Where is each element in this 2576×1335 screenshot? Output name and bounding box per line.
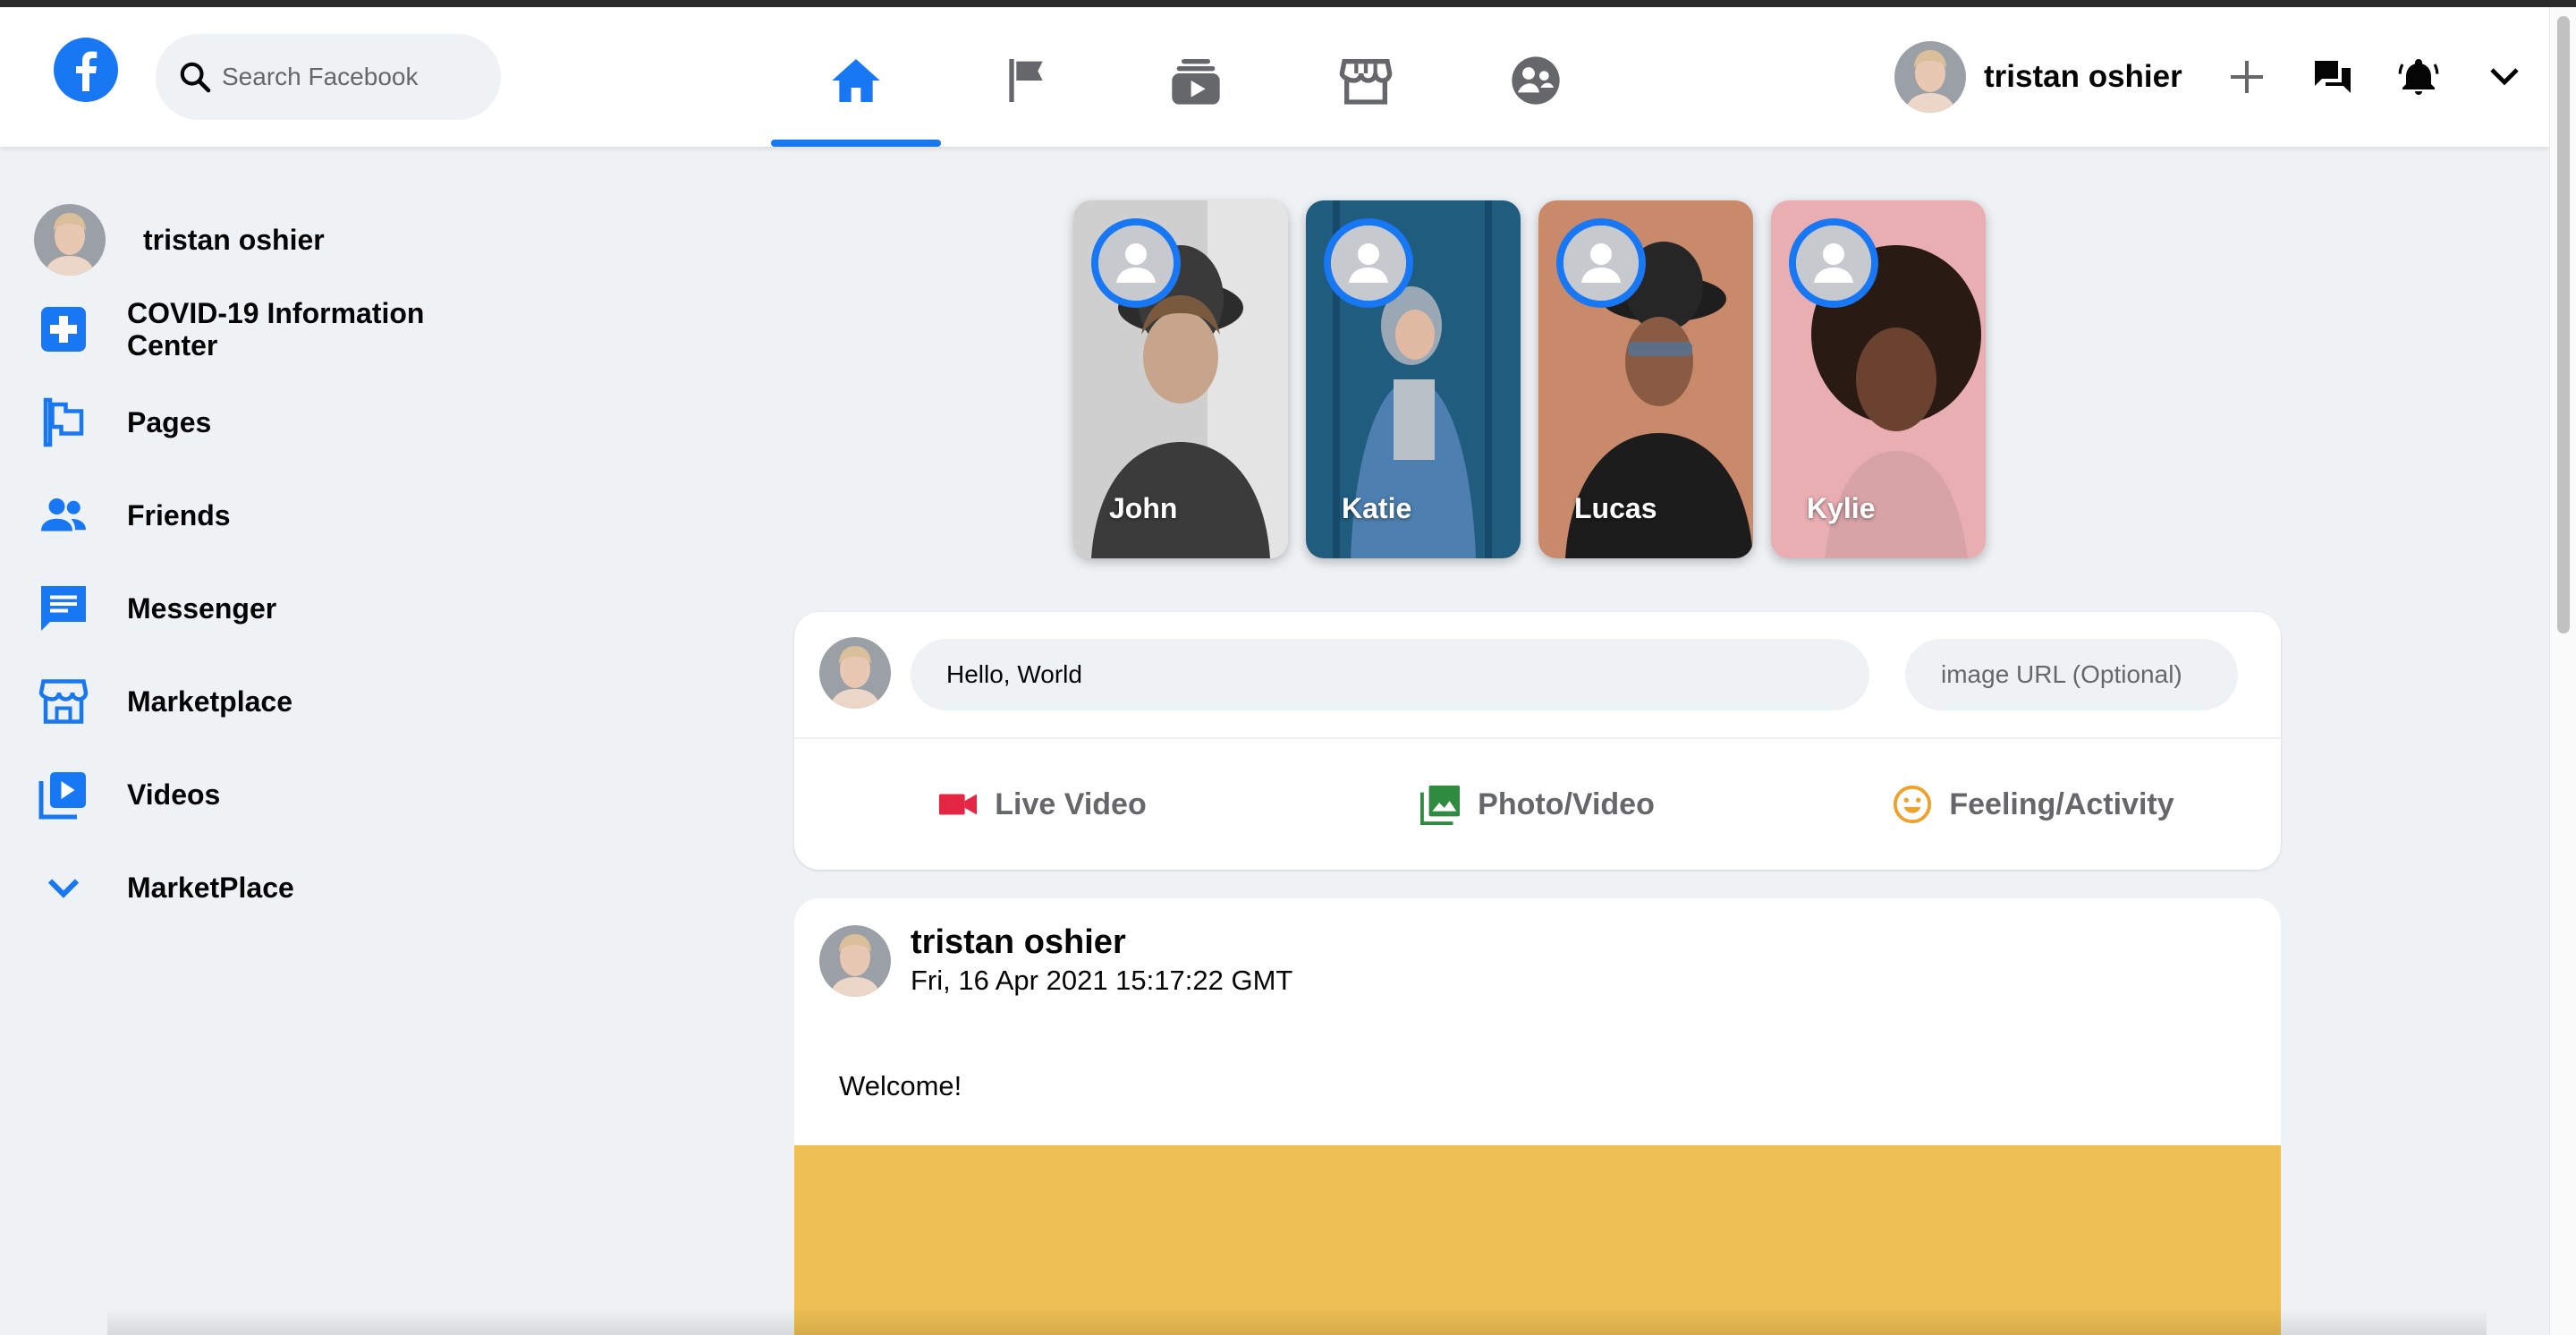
post-timestamp: Fri, 16 Apr 2021 15:17:22 GMT (911, 965, 1293, 996)
bottom-shadow (107, 1308, 2487, 1335)
sidebar-item-covid[interactable]: COVID-19 Information Center (34, 290, 535, 369)
medical-cross-icon (34, 300, 93, 359)
facebook-logo-icon[interactable] (54, 38, 118, 102)
feeling-activity-button[interactable]: Feeling/Activity (1785, 739, 2281, 870)
smiley-icon (1894, 785, 1932, 824)
story-name: Lucas (1574, 492, 1657, 524)
story-avatar-ring (1324, 218, 1413, 308)
nav-tab-watch[interactable] (1111, 14, 1281, 147)
image-url-input[interactable] (1905, 639, 2238, 710)
video-stack-icon (1172, 59, 1220, 105)
story-card[interactable]: Lucas (1538, 200, 1753, 558)
status-input[interactable] (911, 639, 1869, 710)
default-avatar-icon (1796, 225, 1871, 301)
story-card[interactable]: John (1073, 200, 1288, 558)
messenger-button[interactable] (2290, 41, 2376, 113)
page-scrollbar[interactable] (2549, 7, 2576, 1335)
action-label: Live Video (995, 787, 1147, 821)
notifications-button[interactable] (2376, 41, 2462, 113)
chat-bubbles-icon (2314, 61, 2351, 93)
plus-icon (2230, 61, 2263, 93)
post-composer: Live Video Photo/Video Feeling/Activity (794, 612, 2281, 870)
home-icon (832, 59, 880, 102)
storefront-icon (34, 672, 93, 731)
sidebar-item-label: COVID-19 Information Center (127, 297, 425, 361)
story-card[interactable]: Katie (1306, 200, 1521, 558)
header-user-name[interactable]: tristan oshier (1984, 59, 2182, 95)
sidebar-item-label: MarketPlace (127, 872, 294, 904)
default-avatar-icon (1331, 225, 1406, 301)
sidebar-item-label: Friends (127, 499, 231, 531)
groups-icon (1512, 56, 1560, 105)
create-button[interactable] (2204, 41, 2290, 113)
search-icon (180, 62, 211, 93)
post-author-avatar[interactable] (819, 925, 891, 997)
feed-post: tristan oshier Fri, 16 Apr 2021 15:17:22… (794, 898, 2281, 1335)
story-avatar-ring (1091, 218, 1181, 308)
flag-icon (1009, 59, 1043, 102)
window-top-strip (0, 0, 2576, 7)
story-card[interactable]: Kylie (1771, 200, 1986, 558)
sidebar-profile[interactable]: tristan oshier (34, 204, 535, 276)
composer-avatar (819, 637, 891, 709)
stories-row: John Katie Lucas Kylie (1073, 200, 2004, 558)
left-sidebar: tristan oshier COVID-19 Information Cent… (34, 204, 535, 927)
video-camera-icon (939, 794, 978, 815)
sidebar-avatar (34, 204, 106, 276)
story-name: John (1109, 492, 1178, 524)
sidebar-item-friends[interactable]: Friends (34, 476, 535, 555)
header-avatar[interactable] (1894, 41, 1966, 113)
photo-icon (1420, 785, 1461, 825)
account-menu-button[interactable] (2462, 41, 2547, 113)
story-avatar-ring (1556, 218, 1646, 308)
sidebar-item-label: Marketplace (127, 685, 292, 718)
nav-tab-pages[interactable] (941, 14, 1111, 147)
story-name: Kylie (1807, 492, 1876, 524)
action-label: Photo/Video (1478, 787, 1655, 821)
post-author-name[interactable]: tristan oshier (911, 923, 1126, 962)
chat-icon (34, 579, 93, 638)
nav-tab-groups[interactable] (1451, 14, 1621, 147)
sidebar-item-label: Videos (127, 778, 221, 811)
sidebar-item-label: Pages (127, 406, 212, 438)
action-label: Feeling/Activity (1949, 787, 2174, 821)
search-input[interactable] (222, 63, 481, 91)
sidebar-item-label: Messenger (127, 592, 277, 625)
scrollbar-thumb[interactable] (2557, 16, 2570, 633)
default-avatar-icon (1563, 225, 1639, 301)
top-navbar: tristan oshier (0, 7, 2549, 147)
header-right-group: tristan oshier (1894, 41, 2547, 113)
people-icon (34, 486, 93, 545)
composer-actions: Live Video Photo/Video Feeling/Activity (794, 739, 2281, 870)
main-nav-tabs (771, 14, 1621, 147)
nav-tab-marketplace[interactable] (1281, 14, 1451, 147)
bell-icon (2398, 59, 2439, 95)
chevron-down-icon (2490, 68, 2519, 86)
post-text: Welcome! (839, 1070, 962, 1101)
storefront-icon (1339, 59, 1393, 105)
sidebar-item-marketplace[interactable]: Marketplace (34, 662, 535, 741)
search-box[interactable] (156, 34, 501, 120)
sidebar-item-messenger[interactable]: Messenger (34, 569, 535, 648)
sidebar-item-videos[interactable]: Videos (34, 755, 535, 834)
live-video-button[interactable]: Live Video (794, 739, 1290, 870)
post-image[interactable] (794, 1145, 2281, 1335)
nav-tab-home[interactable] (771, 14, 941, 147)
photo-video-button[interactable]: Photo/Video (1290, 739, 1785, 870)
flag-icon (34, 393, 93, 452)
video-library-icon (34, 765, 93, 824)
sidebar-profile-name: tristan oshier (143, 224, 325, 256)
sidebar-item-marketplace-more[interactable]: MarketPlace (34, 848, 535, 927)
story-avatar-ring (1789, 218, 1878, 308)
story-name: Katie (1342, 492, 1412, 524)
default-avatar-icon (1098, 225, 1174, 301)
sidebar-item-pages[interactable]: Pages (34, 383, 535, 462)
chevron-down-icon (34, 858, 93, 917)
